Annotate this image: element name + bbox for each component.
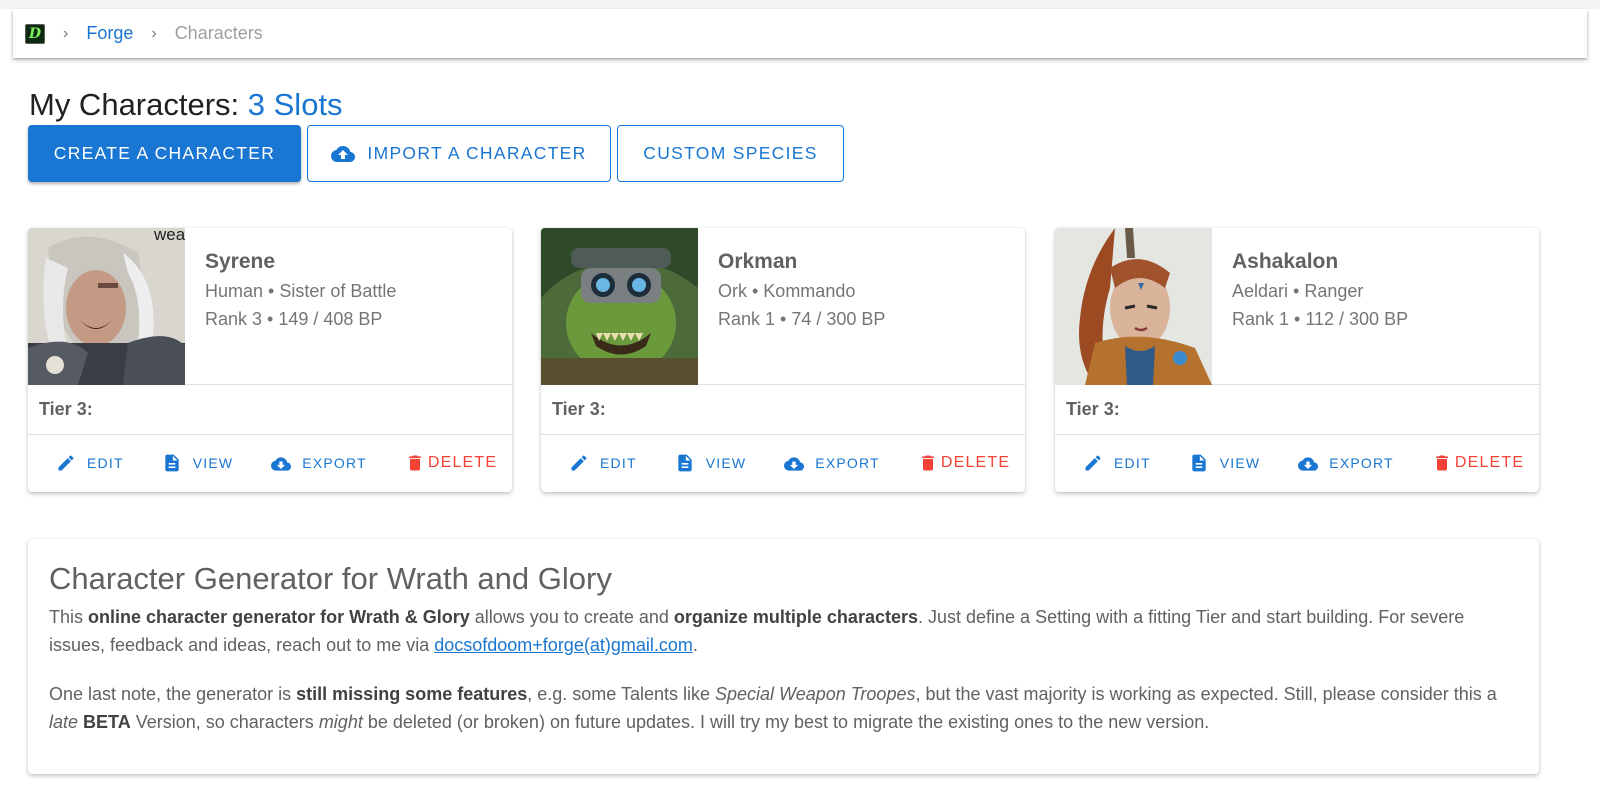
chevron-right-icon: ›	[151, 24, 157, 42]
view-button[interactable]: VIEW	[1189, 453, 1261, 473]
character-rank-bp: Rank 1 • 74 / 300 BP	[718, 309, 886, 329]
pencil-icon	[56, 453, 76, 473]
character-rank-bp: Rank 1 • 112 / 300 BP	[1232, 309, 1409, 329]
delete-label: DELETE	[940, 454, 1011, 471]
view-label: VIEW	[705, 455, 747, 471]
text: One last note, the generator is	[49, 684, 297, 704]
breadcrumb-link-forge[interactable]: Forge	[86, 23, 133, 44]
character-name: Syrene	[205, 250, 276, 273]
character-species-archetype: Human • Sister of Battle	[205, 281, 397, 301]
trash-icon	[918, 453, 938, 473]
view-label: VIEW	[1219, 455, 1261, 471]
character-portrait[interactable]: wea	[28, 228, 185, 385]
export-label: EXPORT	[815, 455, 880, 471]
delete-label: DELETE	[1454, 454, 1525, 471]
breadcrumb: D › Forge › Characters	[13, 9, 1587, 58]
delete-button[interactable]: DELETE	[1432, 453, 1524, 473]
bold-text: still missing some features	[296, 684, 528, 704]
card-header: Orkman Ork • Kommando Rank 1 • 74 / 300 …	[541, 228, 1025, 385]
text: Version, so characters	[130, 712, 319, 732]
edit-button[interactable]: EDIT	[56, 453, 124, 473]
cloud-upload-icon	[331, 142, 356, 166]
edit-label: EDIT	[1114, 455, 1151, 471]
italic-text: might	[318, 712, 363, 732]
character-card-ashakalon: Ashakalon Aeldari • Ranger Rank 1 • 112 …	[1055, 228, 1539, 492]
edit-button[interactable]: EDIT	[1083, 453, 1151, 473]
text: be deleted (or broken) on future updates…	[362, 712, 1210, 732]
text: allows you to create and	[469, 607, 674, 627]
chevron-right-icon: ›	[63, 24, 69, 42]
delete-button[interactable]: DELETE	[405, 453, 497, 473]
portrait-text: wea	[153, 228, 185, 244]
character-rank-bp: Rank 3 • 149 / 408 BP	[205, 309, 383, 329]
character-portrait[interactable]	[541, 228, 698, 385]
import-character-button[interactable]: IMPORT A CHARACTER	[307, 125, 611, 182]
character-tier: Tier 3:	[1055, 385, 1539, 435]
document-icon	[675, 453, 695, 473]
view-button[interactable]: VIEW	[162, 453, 234, 473]
cloud-download-icon	[271, 453, 292, 473]
export-button[interactable]: EXPORT	[1298, 453, 1394, 473]
top-strip	[0, 0, 1600, 9]
view-label: VIEW	[192, 455, 234, 471]
bold-text: BETA	[83, 712, 131, 732]
card-header: Ashakalon Aeldari • Ranger Rank 1 • 112 …	[1055, 228, 1539, 385]
pencil-icon	[569, 453, 589, 473]
character-portrait[interactable]	[1055, 228, 1212, 385]
delete-button[interactable]: DELETE	[918, 453, 1010, 473]
document-icon	[162, 453, 182, 473]
export-label: EXPORT	[1329, 455, 1394, 471]
about-paragraph-2: One last note, the generator is still mi…	[49, 680, 1518, 736]
slots-count: 3 Slots	[247, 87, 343, 122]
page-title: My Characters: 3 Slots	[29, 87, 343, 123]
document-icon	[1189, 453, 1209, 473]
character-name: Ashakalon	[1232, 250, 1339, 273]
card-actions: EDIT VIEW EXPORT DELETE	[28, 435, 512, 491]
bold-text: organize multiple characters	[673, 607, 918, 627]
character-species-archetype: Ork • Kommando	[718, 281, 856, 301]
export-button[interactable]: EXPORT	[784, 453, 880, 473]
import-character-label: IMPORT A CHARACTER	[367, 143, 587, 163]
edit-label: EDIT	[600, 455, 637, 471]
edit-button[interactable]: EDIT	[569, 453, 637, 473]
export-label: EXPORT	[302, 455, 367, 471]
trash-icon	[405, 453, 425, 473]
text: .	[692, 635, 698, 655]
app-logo-icon[interactable]: D	[25, 23, 45, 44]
text: This	[49, 607, 89, 627]
italic-text: late	[49, 712, 79, 732]
text: , e.g. some Talents like	[527, 684, 716, 704]
text: , but the vast majority is working as ex…	[915, 684, 1497, 704]
delete-label: DELETE	[427, 454, 498, 471]
character-card-syrene: wea Syrene Human • Sister of Battle Rank…	[28, 228, 512, 492]
card-header: wea Syrene Human • Sister of Battle Rank…	[28, 228, 512, 385]
trash-icon	[1432, 453, 1452, 473]
about-title: Character Generator for Wrath and Glory	[49, 561, 612, 596]
custom-species-label: CUSTOM SPECIES	[643, 143, 818, 163]
custom-species-button[interactable]: CUSTOM SPECIES	[617, 125, 844, 182]
edit-label: EDIT	[87, 455, 124, 471]
pencil-icon	[1083, 453, 1103, 473]
page-title-text: My Characters:	[29, 87, 248, 122]
character-tier: Tier 3:	[28, 385, 512, 435]
create-character-label: CREATE A CHARACTER	[53, 143, 276, 163]
character-name: Orkman	[718, 250, 798, 273]
character-actions: CREATE A CHARACTER IMPORT A CHARACTER CU…	[28, 125, 844, 182]
create-character-button[interactable]: CREATE A CHARACTER	[28, 125, 301, 182]
export-button[interactable]: EXPORT	[271, 453, 367, 473]
cloud-download-icon	[1298, 453, 1319, 473]
character-card-orkman: Orkman Ork • Kommando Rank 1 • 74 / 300 …	[541, 228, 1025, 492]
bold-text: online character generator for Wrath & G…	[88, 607, 470, 627]
contact-email-link[interactable]: docsofdoom+forge(at)gmail.com	[434, 635, 693, 655]
about-panel: Character Generator for Wrath and Glory …	[28, 539, 1539, 774]
character-tier: Tier 3:	[541, 385, 1025, 435]
character-species-archetype: Aeldari • Ranger	[1232, 281, 1364, 301]
card-actions: EDIT VIEW EXPORT DELETE	[541, 435, 1025, 491]
cloud-download-icon	[784, 453, 805, 473]
about-paragraph-1: This online character generator for Wrat…	[49, 603, 1518, 659]
breadcrumb-current: Characters	[174, 23, 263, 43]
view-button[interactable]: VIEW	[675, 453, 747, 473]
italic-text: Special Weapon Troopes	[715, 684, 916, 704]
card-actions: EDIT VIEW EXPORT DELETE	[1055, 435, 1539, 491]
